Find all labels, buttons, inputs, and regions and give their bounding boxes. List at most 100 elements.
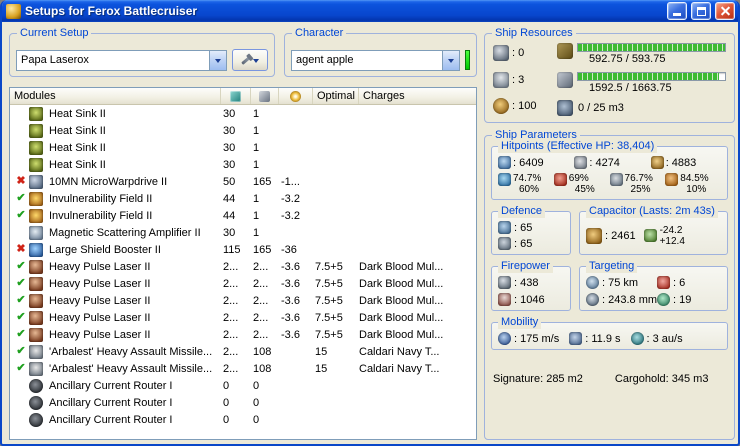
dronebay-value: 0 / 25 m3 <box>578 102 624 114</box>
table-row[interactable]: Heat Sink II 30 1 <box>10 156 476 173</box>
defence-group: Defence : 65 : 65 <box>491 205 571 255</box>
module-cpu: 2... <box>223 260 239 273</box>
minimize-button[interactable] <box>667 2 687 20</box>
kinetic-resist-shield: 76.7% <box>624 173 653 184</box>
table-row[interactable]: Ancillary Current Router I 0 0 <box>10 411 476 428</box>
max-targets-value: : 6 <box>673 276 686 289</box>
capacitor-header-icon <box>290 90 301 102</box>
ship-resources-group: Ship Resources : 0 : 3 : 100 592.75 / 59… <box>484 27 736 123</box>
titlebar[interactable]: Setups for Ferox Battlecruiser <box>2 0 738 22</box>
module-name: Heat Sink II <box>49 107 106 120</box>
table-row[interactable]: ✔ Heavy Pulse Laser II 2... 2... -3.6 7.… <box>10 275 476 292</box>
module-name: Ancillary Current Router I <box>49 413 173 426</box>
module-charges: Dark Blood Mul... <box>359 260 444 273</box>
table-row[interactable]: Heat Sink II 30 1 <box>10 139 476 156</box>
structure-hp: : 4883 <box>650 156 721 169</box>
max-velocity-value: : 175 m/s <box>514 332 560 345</box>
column-header-modules[interactable]: Modules <box>10 88 221 104</box>
invuln-field-icon <box>29 191 43 206</box>
turret-firepower: : 438 <box>498 276 564 289</box>
missile-icon <box>498 293 511 306</box>
pulse-laser-icon <box>29 259 43 274</box>
table-row[interactable]: Ancillary Current Router I 0 0 <box>10 377 476 394</box>
table-row[interactable]: ✔ 'Arbalest' Heavy Assault Missile... 2.… <box>10 360 476 377</box>
armor-defence: : 65 <box>498 237 564 250</box>
module-cap-use: -3.6 <box>281 328 300 341</box>
left-column: Current Setup Papa Laserox Character age… <box>9 25 477 440</box>
launcher-hardpoints-value: : 3 <box>512 73 525 86</box>
module-powergrid: 1 <box>253 192 260 205</box>
close-button[interactable] <box>715 2 735 20</box>
explosive-resist-shield: 84.5% <box>680 173 709 184</box>
table-row[interactable]: ✔ Heavy Pulse Laser II 2... 2... -3.6 7.… <box>10 309 476 326</box>
module-name: Ancillary Current Router I <box>49 396 173 409</box>
module-name: Heat Sink II <box>49 158 106 171</box>
module-name: Heat Sink II <box>49 124 106 137</box>
current-setup-dropdown-button[interactable] <box>209 50 226 70</box>
heat-sink-icon <box>29 106 43 121</box>
pulse-laser-icon <box>29 293 43 308</box>
shield-recharge-icon <box>498 221 511 234</box>
module-optimal: 7.5+5 <box>315 328 343 341</box>
character-combobox[interactable]: agent apple <box>291 49 460 71</box>
character-dropdown-button[interactable] <box>442 50 459 70</box>
hitpoints-title: Hitpoints (Effective HP: 38,404) <box>498 140 658 153</box>
module-name: Heavy Pulse Laser II <box>49 260 151 273</box>
column-header-powergrid[interactable] <box>251 88 279 104</box>
em-resist-icon <box>498 173 511 186</box>
module-powergrid: 165 <box>253 243 272 256</box>
shield-hp-value: : 6409 <box>513 156 544 169</box>
module-status-icon: ✔ <box>16 192 26 204</box>
window-content: Current Setup Papa Laserox Character age… <box>2 22 738 444</box>
launcher-firepower: : 1046 <box>498 293 564 306</box>
thermal-resist-shield: 69% <box>568 173 589 184</box>
table-row[interactable]: ✖ 10MN MicroWarpdrive II 50 165 -1... <box>10 173 476 190</box>
module-name: Invulnerability Field II <box>49 192 153 205</box>
max-targets: : 6 <box>657 276 721 289</box>
powergrid-value: 1592.5 / 1663.75 <box>589 81 672 94</box>
module-cap-use: -3.6 <box>281 311 300 324</box>
shield-booster-icon <box>29 242 43 257</box>
warp-speed-value: : 3 au/s <box>646 332 683 345</box>
capacitor-amount-value: : 2461 <box>605 229 636 242</box>
power-router-icon <box>29 412 43 427</box>
table-row[interactable]: ✖ Large Shield Booster II 115 165 -36 <box>10 241 476 258</box>
em-resist: 74.7% 60% <box>498 173 554 195</box>
column-header-optimal[interactable]: Optimal <box>313 88 359 104</box>
capacitor-icon <box>586 227 602 244</box>
table-row[interactable]: ✔ Heavy Pulse Laser II 2... 2... -3.6 7.… <box>10 258 476 275</box>
module-optimal: 7.5+5 <box>315 294 343 307</box>
structure-icon <box>650 156 664 169</box>
module-powergrid: 0 <box>253 413 260 426</box>
module-status-icon: ✔ <box>16 209 26 221</box>
current-setup-combobox[interactable]: Papa Laserox <box>16 49 227 71</box>
table-row[interactable]: ✔ 'Arbalest' Heavy Assault Missile... 2.… <box>10 343 476 360</box>
armor-icon <box>574 156 588 169</box>
column-header-capacitor[interactable] <box>279 88 313 104</box>
kinetic-resist: 76.7% 25% <box>609 173 666 195</box>
summary-row: Signature: 285 m2 Cargohold: 345 m3 <box>491 373 728 385</box>
table-row[interactable]: Magnetic Scattering Amplifier II 30 1 <box>10 224 476 241</box>
module-status-icon: ✔ <box>16 362 26 374</box>
module-charges: Dark Blood Mul... <box>359 277 444 290</box>
armor-hp: : 4274 <box>574 156 644 169</box>
setup-tools-button[interactable] <box>232 49 268 71</box>
cpu-bar-fill <box>578 44 725 51</box>
table-row[interactable]: Ancillary Current Router I 0 0 <box>10 394 476 411</box>
table-row[interactable]: ✔ Heavy Pulse Laser II 2... 2... -3.6 7.… <box>10 326 476 343</box>
module-cpu: 0 <box>223 379 230 392</box>
table-row[interactable]: Heat Sink II 30 1 <box>10 105 476 122</box>
table-row[interactable]: ✔ Invulnerability Field II 44 1 -3.2 <box>10 207 476 224</box>
column-header-cpu[interactable] <box>221 88 251 104</box>
table-row[interactable]: ✔ Invulnerability Field II 44 1 -3.2 <box>10 190 476 207</box>
module-name: Invulnerability Field II <box>49 209 153 222</box>
column-header-charges[interactable]: Charges <box>359 88 476 104</box>
modules-table-body: Heat Sink II 30 1 Heat Sink II 30 1 Heat… <box>10 105 476 439</box>
maximize-button[interactable] <box>691 2 711 20</box>
turret-hardpoint-icon <box>493 45 509 61</box>
chevron-down-icon <box>448 58 454 66</box>
table-row[interactable]: Heat Sink II 30 1 <box>10 122 476 139</box>
capacitor-drain-value: -24.2 <box>659 224 683 236</box>
table-row[interactable]: ✔ Heavy Pulse Laser II 2... 2... -3.6 7.… <box>10 292 476 309</box>
module-powergrid: 2... <box>253 277 269 290</box>
